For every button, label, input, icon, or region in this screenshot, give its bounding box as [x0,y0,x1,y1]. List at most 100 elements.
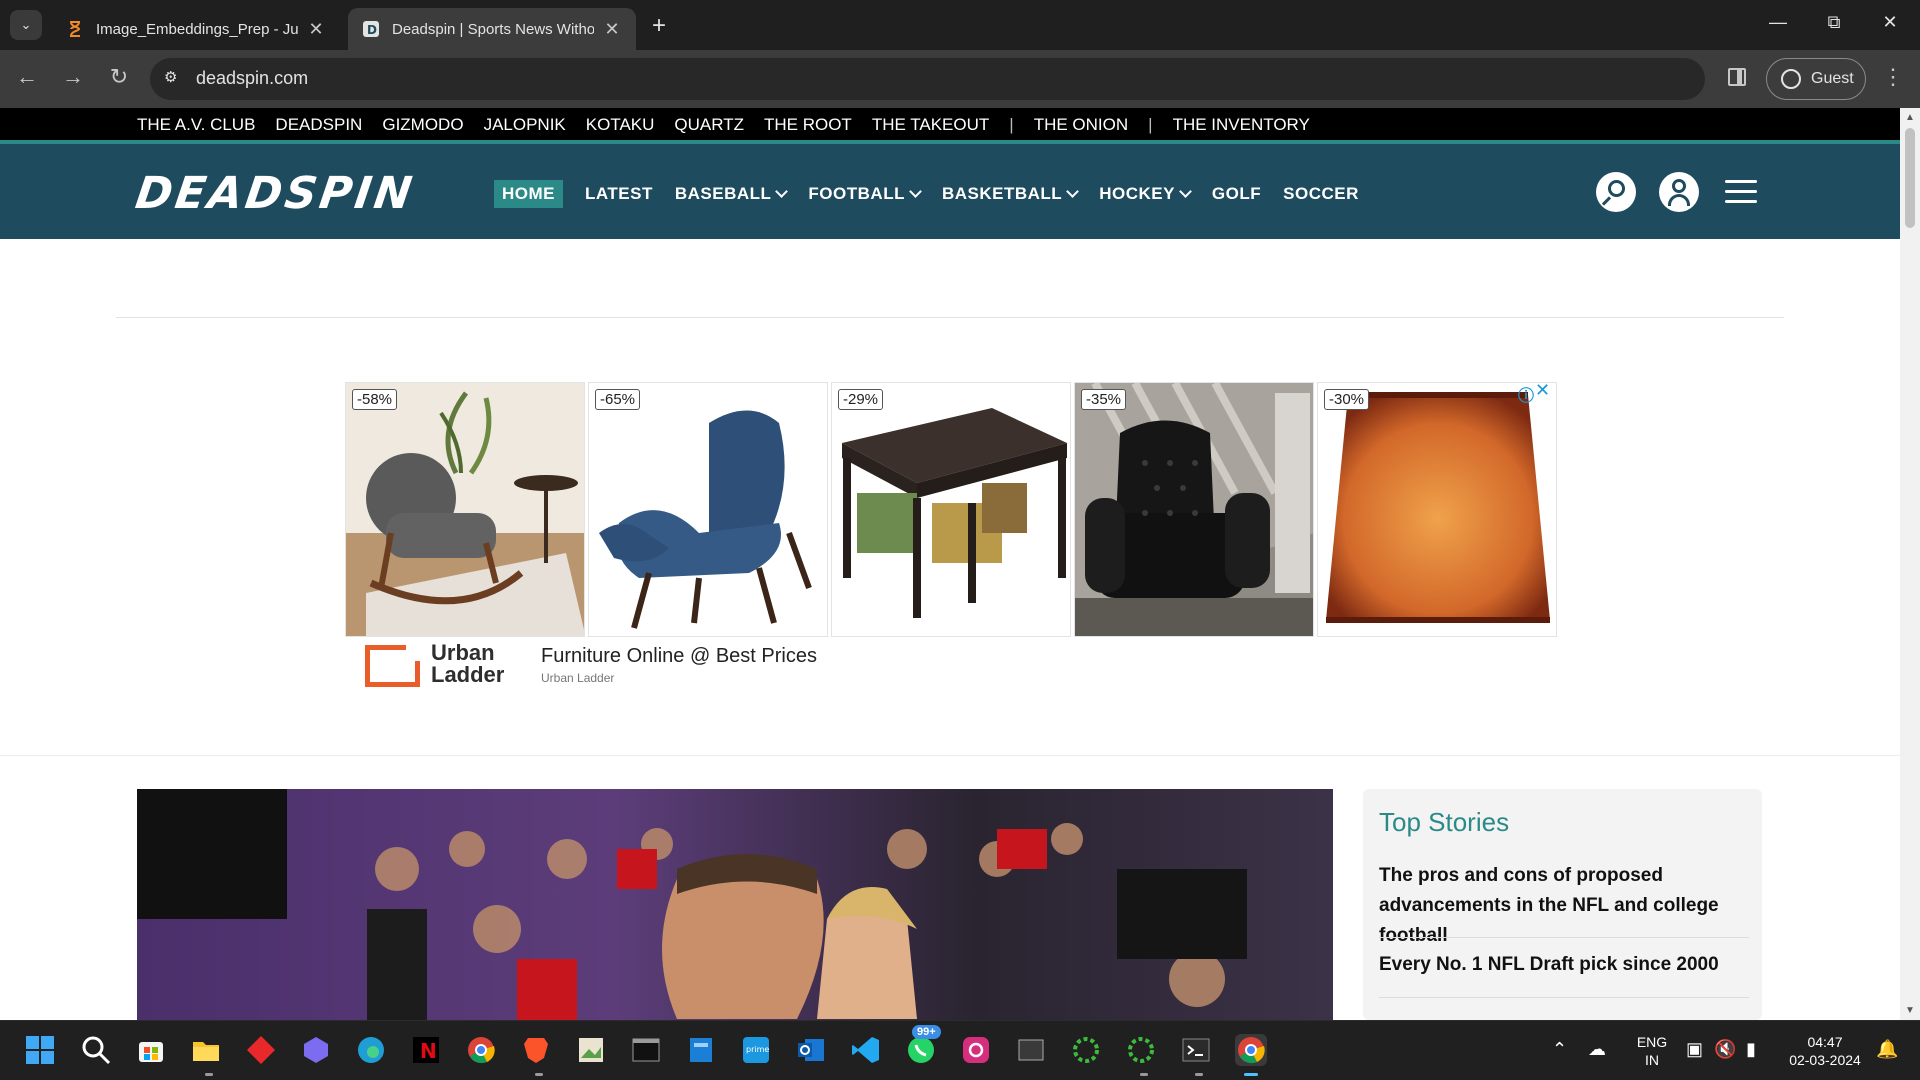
divider [1379,997,1749,998]
scroll-up-icon[interactable]: ▲ [1905,112,1915,123]
nav-item-hockey[interactable]: HOCKEY [1099,184,1192,204]
chrome-icon[interactable] [465,1034,497,1066]
browser-menu-icon[interactable]: ⋮ [1882,64,1904,90]
notification-badge: 99+ [912,1025,941,1039]
vscode-icon[interactable] [850,1034,882,1066]
network-link[interactable]: JALOPNIK [484,115,566,135]
language-indicator[interactable]: ENG IN [1632,1033,1672,1069]
divider: | [1009,115,1014,134]
forward-arrow-icon[interactable]: → [58,64,88,90]
side-panel-icon[interactable] [1728,68,1746,86]
instagram-icon[interactable] [960,1034,992,1066]
tab-search-chevron-icon[interactable]: ⌄ [10,10,42,40]
address-bar[interactable]: ⚙ deadspin.com [150,58,1705,100]
nav-item-golf[interactable]: GOLF [1212,184,1261,204]
lamp-shade-image [1318,383,1556,636]
ad-close-icon[interactable]: ✕ [1535,380,1550,401]
ad-product-tile[interactable]: -30% [1317,382,1557,637]
tab-deadspin[interactable]: D Deadspin | Sports News Without Fear ✕ [348,8,636,50]
url-text[interactable]: deadspin.com [196,68,308,89]
deadspin-logo[interactable]: DEADSPIN [132,168,417,219]
network-link[interactable]: THE ONION [1034,115,1128,135]
clock[interactable]: 04:47 02-03-2024 [1780,1033,1870,1069]
divider [0,755,1900,756]
network-link[interactable]: THE A.V. CLUB [137,115,255,135]
profile-button[interactable]: Guest [1766,58,1866,100]
close-tab-icon[interactable]: ✕ [306,19,326,40]
onedrive-cloud-icon[interactable]: ☁ [1588,1039,1606,1060]
loading-ring-icon[interactable] [1125,1034,1157,1066]
brand-line: Ladder [431,662,505,687]
nav-label: BASKETBALL [941,184,1063,203]
nav-item-home[interactable]: HOME [494,180,563,208]
chevron-down-icon [909,185,922,198]
chrome-active-icon[interactable] [1235,1034,1267,1066]
network-link[interactable]: THE ROOT [764,115,852,135]
ad-info-icon[interactable]: ⓘ [1518,382,1534,406]
nav-item-football[interactable]: FOOTBALL [808,184,922,204]
tab-title: Image_Embeddings_Prep - Jupyter [96,20,298,38]
ad-product-tile[interactable]: -35% [1074,382,1314,637]
edge-icon[interactable] [355,1034,387,1066]
search-icon[interactable] [80,1034,112,1066]
hamburger-menu-icon[interactable] [1725,172,1765,212]
prime-video-icon[interactable]: prime [740,1034,772,1066]
file-explorer-icon[interactable] [190,1034,222,1066]
account-icon[interactable] [1659,172,1699,212]
network-link[interactable]: DEADSPIN [275,115,362,135]
tab-jupyter[interactable]: Image_Embeddings_Prep - Jupyter ✕ [52,8,340,50]
chevron-up-icon[interactable]: ⌃ [1552,1039,1567,1060]
ad-banner[interactable]: -58% -65% -29% -35% -30% ⓘ ✕ Urban Ladde… [345,380,1557,692]
story-link[interactable]: Every No. 1 NFL Draft pick since 2000 [1379,950,1749,980]
loading-ring-icon[interactable] [1070,1034,1102,1066]
nav-item-latest[interactable]: LATEST [585,184,653,204]
scrollbar-thumb[interactable] [1905,128,1915,228]
close-tab-icon[interactable]: ✕ [602,19,622,40]
new-tab-button[interactable]: + [652,12,666,40]
nav-label: HOME [502,184,555,203]
netflix-icon[interactable]: N [410,1034,442,1066]
network-icon[interactable]: ▣ [1686,1039,1703,1060]
terminal-icon[interactable] [1180,1034,1212,1066]
network-link[interactable]: THE TAKEOUT [872,115,989,135]
terminal-window-icon[interactable] [630,1034,662,1066]
hero-article-image[interactable] [137,789,1333,1020]
search-icon[interactable] [1596,172,1636,212]
ad-product-tile[interactable]: -58% [345,382,585,637]
nav-item-basketball[interactable]: BASKETBALL [941,184,1080,204]
nav-label: GOLF [1211,184,1262,203]
nav-item-soccer[interactable]: SOCCER [1283,184,1359,204]
back-arrow-icon[interactable]: ← [12,64,42,90]
photos-icon[interactable] [575,1034,607,1066]
minimize-icon[interactable]: — [1758,12,1798,33]
copilot-icon[interactable] [300,1034,332,1066]
divider [1379,937,1749,938]
scroll-down-icon[interactable]: ▼ [1905,1005,1915,1016]
nav-item-baseball[interactable]: BASEBALL [675,184,789,204]
network-link[interactable]: QUARTZ [674,115,744,135]
ad-product-tile[interactable]: -65% [588,382,828,637]
close-window-icon[interactable]: ✕ [1870,12,1910,33]
network-link[interactable]: GIZMODO [382,115,463,135]
reload-icon[interactable]: ↻ [104,64,134,90]
outlook-icon[interactable] [795,1034,827,1066]
battery-icon[interactable]: ▮ [1746,1039,1756,1060]
main-nav: HOME LATEST BASEBALL FOOTBALL BASKETBALL… [494,180,1381,208]
ad-headline[interactable]: Furniture Online @ Best Prices [541,645,817,668]
app-window-icon[interactable] [1015,1034,1047,1066]
network-link[interactable]: THE INVENTORY [1173,115,1310,135]
windows-start-icon[interactable] [24,1034,56,1066]
app-diamond-icon[interactable] [245,1034,277,1066]
top-stories-title: Top Stories [1379,807,1510,837]
ad-product-tile[interactable]: -29% [831,382,1071,637]
notifications-bell-icon[interactable]: 🔔 [1876,1039,1898,1060]
restore-icon[interactable]: ⧉ [1814,12,1854,33]
app-blue-icon[interactable] [685,1034,717,1066]
network-link[interactable]: KOTAKU [586,115,655,135]
brave-icon[interactable] [520,1034,552,1066]
site-header: DEADSPIN HOME LATEST BASEBALL FOOTBALL B… [0,140,1900,239]
site-info-icon[interactable]: ⚙ [164,68,186,90]
store-icon[interactable] [135,1034,167,1066]
page-scrollbar[interactable]: ▲ ▼ [1900,108,1920,1020]
volume-muted-icon[interactable]: 🔇 [1714,1039,1736,1060]
